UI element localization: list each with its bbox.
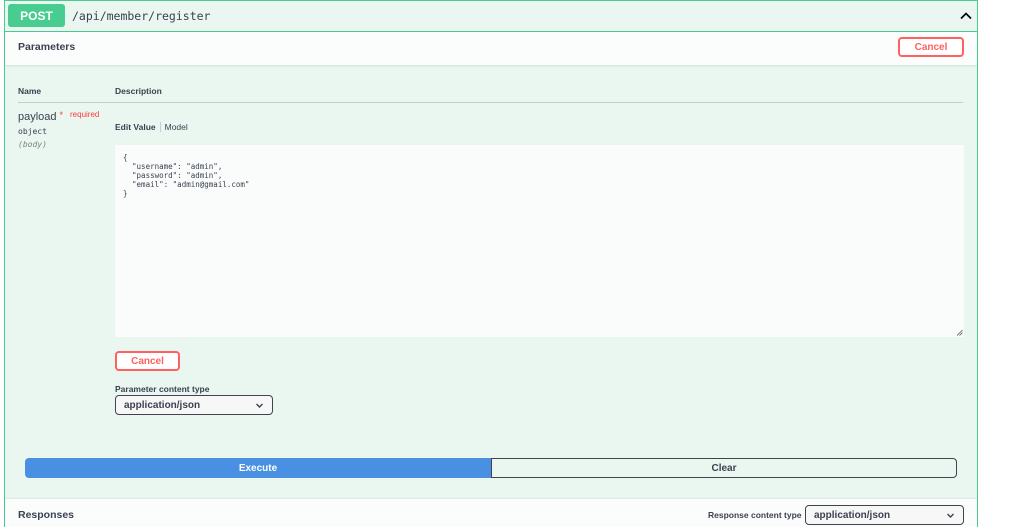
clear-button[interactable]: Clear xyxy=(491,458,957,478)
required-star: * xyxy=(59,110,64,120)
param-name: payload * xyxy=(18,110,64,123)
column-header-description: Description xyxy=(115,86,162,96)
tab-edit-value[interactable]: Edit Value xyxy=(115,122,156,132)
response-content-type-label: Response content type xyxy=(708,510,802,520)
chevron-down-icon xyxy=(256,403,263,408)
parameter-content-type-label: Parameter content type xyxy=(115,384,210,394)
tab-model[interactable]: Model xyxy=(165,122,188,132)
chevron-up-icon[interactable] xyxy=(959,9,973,23)
value-tabs: Edit Value Model xyxy=(115,122,188,132)
param-type: object xyxy=(18,127,47,136)
parameters-title: Parameters xyxy=(18,41,76,53)
response-content-type-value: application/json xyxy=(814,509,891,521)
response-content-type-select[interactable]: application/json xyxy=(805,505,964,525)
cancel-parameter-button[interactable]: Cancel xyxy=(115,351,180,371)
operation-summary[interactable]: POST /api/member/register xyxy=(5,1,977,32)
parameters-header: Parameters Cancel xyxy=(5,32,977,65)
execute-button[interactable]: Execute xyxy=(25,458,491,478)
execute-wrapper: Execute Clear xyxy=(25,458,957,478)
parameter-content-type-select[interactable]: application/json xyxy=(115,395,273,415)
responses-title: Responses xyxy=(18,509,75,521)
resize-grip-icon[interactable] xyxy=(956,329,963,336)
param-location: (body) xyxy=(18,140,47,149)
chevron-down-icon xyxy=(947,513,954,518)
operation-block-post-register: POST /api/member/register Parameters Can… xyxy=(4,0,978,528)
http-method-badge: POST xyxy=(8,4,65,27)
endpoint-path: /api/member/register xyxy=(72,9,211,23)
responses-header: Responses Response content type applicat… xyxy=(5,499,977,528)
request-body-editor[interactable]: { "username": "admin", "password": "admi… xyxy=(115,145,964,337)
cancel-try-out-button[interactable]: Cancel xyxy=(898,37,964,57)
header-divider xyxy=(18,102,963,103)
column-header-name: Name xyxy=(18,86,42,96)
param-name-text: payload xyxy=(18,111,57,123)
parameter-content-type-value: application/json xyxy=(124,399,201,411)
required-label: required xyxy=(70,110,100,119)
tab-separator xyxy=(159,122,161,132)
